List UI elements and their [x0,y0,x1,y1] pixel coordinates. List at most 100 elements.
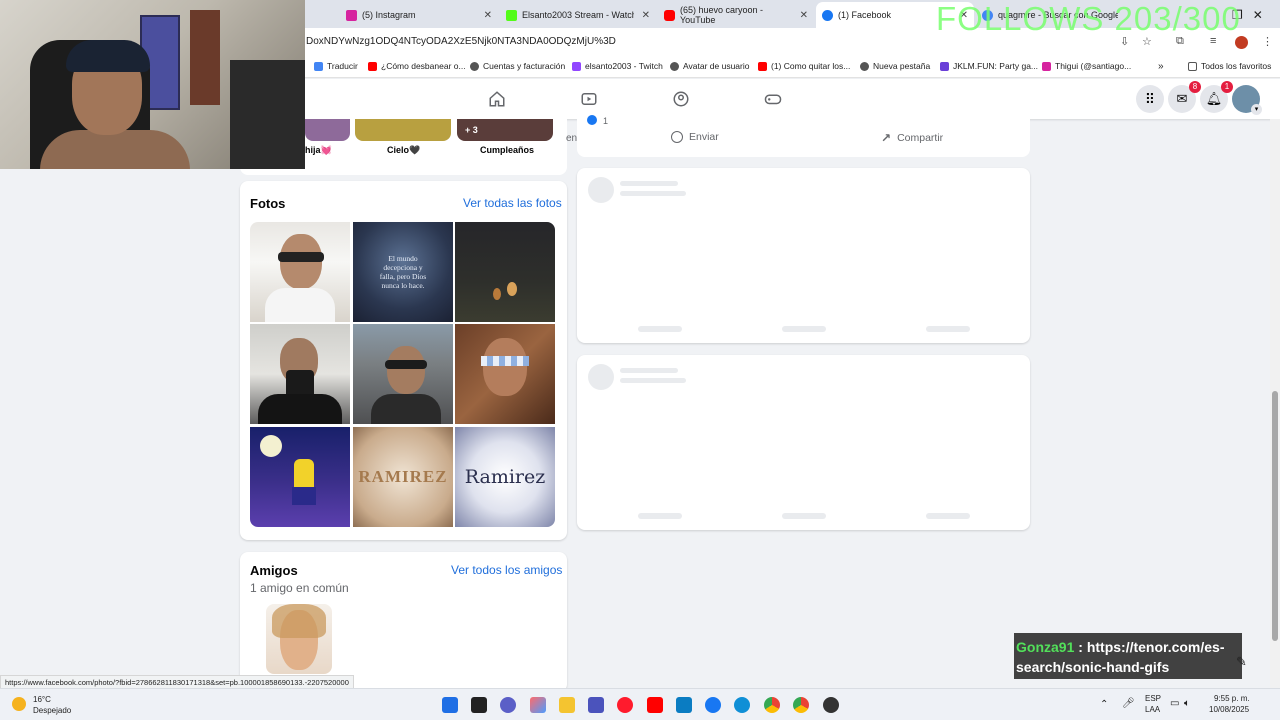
photo-tile[interactable] [353,324,453,424]
share-button[interactable]: ↗ Compartir [881,131,943,145]
gaming-icon[interactable] [764,90,782,108]
opera-icon[interactable] [617,697,633,713]
notifications-button[interactable]: 🔔︎ 1 [1200,81,1233,113]
chrome-icon[interactable] [764,697,780,713]
story-thumbnail[interactable] [305,119,350,141]
bookmark-item[interactable]: Avatar de usuario [670,61,749,71]
photos-title: Fotos [250,196,286,211]
photo-signature-text: Ramirez [464,466,546,488]
instagram-icon [346,9,357,21]
share-icon: ↗ [881,131,892,145]
tab-youtube[interactable]: (65) huevo caryoon - YouTube ✕ [658,4,814,26]
bookmark-item[interactable]: Cuentas y facturación [470,61,565,71]
url-text[interactable]: DoxNDYwNzg1ODQ4NTcyODA2XzE5Njk0NTA3NDA0O… [306,36,616,47]
bookmark-item[interactable]: JKLM.FUN: Party ga... [940,61,1038,71]
see-all-photos-link[interactable]: Ver todas las fotos [463,196,562,210]
photo-tile[interactable] [455,324,555,424]
photo-tile[interactable] [455,222,555,322]
webcam-overlay [0,0,305,169]
youtube-icon [758,61,767,71]
reaction-count: 1 [603,116,609,126]
edit-icon[interactable]: ✎ [1236,654,1247,670]
tab-kick-stream[interactable]: Elsanto2003 Stream - Watch Li ✕ [500,4,656,26]
bookmark-item[interactable]: Nueva pestaña [860,61,930,71]
skeleton-line [638,326,682,332]
store-icon[interactable] [676,697,692,713]
page-scrollbar[interactable] [1270,119,1280,688]
tab-instagram[interactable]: (5) Instagram ✕ [340,4,498,26]
file-explorer-icon[interactable] [559,697,575,713]
clock-time[interactable]: 9:55 p. m. [1214,694,1250,703]
story-thumbnail[interactable] [355,119,451,141]
story-thumbnail[interactable]: + 3 [457,119,553,141]
photos-card: Fotos Ver todas las fotos El mundo decep… [240,181,567,540]
facebook-app-icon[interactable] [705,697,721,713]
photo-tile[interactable] [250,324,350,424]
friend-photo[interactable] [266,604,332,674]
story-label[interactable]: Cielo🖤 [387,145,420,156]
network-icon[interactable]: ▭ [1170,698,1179,709]
post-skeleton [577,168,1030,343]
figure [507,282,517,296]
close-icon[interactable]: ✕ [484,10,492,21]
pixel-glasses [481,356,529,366]
obs-icon[interactable] [823,697,839,713]
scrollbar-thumb[interactable] [1272,391,1278,641]
photo-sign-text: RAMIREZ [358,467,448,486]
person-face [387,346,425,394]
figure [493,288,501,300]
close-icon[interactable]: ✕ [642,10,650,21]
bookmark-item[interactable]: Thigui (@santiago... [1042,61,1131,71]
language-bottom[interactable]: LAA [1145,705,1160,714]
menu-grid-button[interactable]: ⠿ [1136,85,1164,113]
youtube-app-icon[interactable] [647,697,663,713]
wall-poster [190,10,220,105]
task-view-icon[interactable] [471,697,487,713]
language-top[interactable]: ESP [1145,694,1161,703]
weather-moon-icon[interactable] [12,697,26,711]
chat-username: Gonza91 [1016,639,1075,655]
teams-icon[interactable] [588,697,604,713]
skeleton-line [926,326,970,332]
instagram-icon [1042,61,1051,71]
bookmark-item[interactable]: (1) Como quitar los... [758,61,850,71]
close-window-icon[interactable]: ✕ [1253,8,1263,22]
story-label[interactable]: hija💓 [305,145,332,156]
chrome-profile-icon[interactable] [793,697,809,713]
photo-tile[interactable]: El mundo decepciona y falla, pero Dios n… [353,222,453,322]
volume-icon[interactable]: 🔈︎ [1184,698,1190,709]
all-bookmarks[interactable]: Todos los favoritos [1188,61,1271,71]
tray-chevron-up-icon[interactable]: ⌃ [1100,699,1108,710]
chat-app-icon[interactable] [500,697,516,713]
windows-start-icon[interactable] [442,697,458,713]
photo-tile[interactable] [250,427,350,527]
photo-tile[interactable] [250,222,350,322]
story-label[interactable]: Cumpleaños [480,145,534,155]
sunglasses [385,360,427,369]
see-all-friends-link[interactable]: Ver todos los amigos [451,563,562,577]
video-icon[interactable] [580,90,598,108]
close-icon[interactable]: ✕ [800,10,808,21]
folder-icon [1188,61,1197,71]
cartoon-shorts [292,487,316,505]
bell-icon: 🔔︎ [1205,91,1223,106]
globe-icon [670,61,679,71]
more-bookmarks-icon[interactable]: » [1158,61,1164,72]
avatar[interactable]: ▾ [1232,85,1262,115]
home-icon[interactable] [488,90,506,108]
groups-icon[interactable] [672,90,690,108]
bookmark-item[interactable]: elsanto2003 - Twitch [572,61,663,71]
chevron-down-icon: ▾ [1251,104,1262,115]
clock-date[interactable]: 10/08/2025 [1209,705,1249,714]
photo-tile[interactable]: Ramirez [455,427,555,527]
edge-icon[interactable] [734,697,750,713]
bookmark-item[interactable]: Traducir [314,61,358,71]
bookmark-item[interactable]: ¿Cómo desbanear o... [368,61,466,71]
messenger-button[interactable]: ✉ 8 [1168,81,1201,113]
send-button[interactable]: Enviar [671,131,719,143]
menu-icon[interactable]: ⋮ [1262,35,1273,48]
skeleton-line [620,378,686,383]
copilot-icon[interactable] [530,697,546,713]
microphone-icon[interactable]: 🎤︎ [1122,698,1135,709]
photo-tile[interactable]: RAMIREZ [353,427,453,527]
